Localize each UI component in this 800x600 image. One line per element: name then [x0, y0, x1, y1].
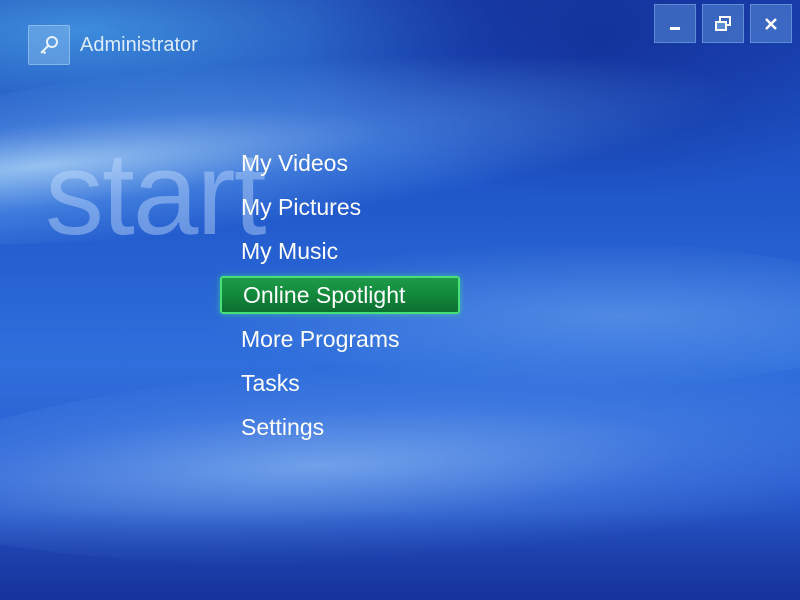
start-menu: My Videos My Pictures My Music Online Sp…: [220, 144, 460, 452]
menu-item-tasks[interactable]: Tasks: [220, 364, 460, 402]
user-account[interactable]: Administrator: [28, 25, 198, 65]
media-center-start-screen: Administrator start My Videos My Picture…: [0, 0, 800, 600]
restore-button[interactable]: [702, 4, 744, 43]
close-button[interactable]: [750, 4, 792, 43]
user-name: Administrator: [80, 33, 198, 56]
key-icon: [28, 25, 70, 65]
close-icon: [765, 17, 777, 30]
window-controls: [648, 4, 792, 43]
menu-item-my-videos[interactable]: My Videos: [220, 144, 460, 182]
menu-item-my-music[interactable]: My Music: [220, 232, 460, 270]
menu-item-more-programs[interactable]: More Programs: [220, 320, 460, 358]
restore-icon: [715, 15, 731, 31]
minimize-button[interactable]: [654, 4, 696, 43]
menu-item-settings[interactable]: Settings: [220, 408, 460, 446]
menu-item-my-pictures[interactable]: My Pictures: [220, 188, 460, 226]
minimize-icon: [670, 26, 680, 30]
menu-item-online-spotlight[interactable]: Online Spotlight: [220, 276, 460, 314]
background-shade: [0, 510, 800, 600]
